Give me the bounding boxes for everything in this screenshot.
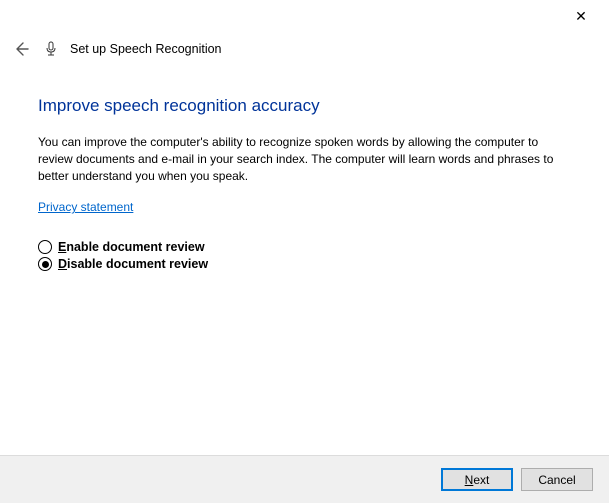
radio-disable-document-review[interactable]: Disable document review <box>38 257 571 271</box>
cancel-button[interactable]: Cancel <box>521 468 593 491</box>
radio-group: Enable document review Disable document … <box>38 240 571 271</box>
titlebar: ✕ <box>0 0 609 32</box>
next-button-label: Next <box>465 473 490 487</box>
wizard-header: Set up Speech Recognition <box>0 32 609 68</box>
microphone-icon <box>42 40 60 58</box>
close-button[interactable]: ✕ <box>565 0 597 32</box>
back-arrow-icon <box>13 41 29 57</box>
next-button[interactable]: Next <box>441 468 513 491</box>
radio-label: Disable document review <box>58 257 208 271</box>
radio-button-icon <box>38 257 52 271</box>
close-icon: ✕ <box>575 8 587 25</box>
privacy-statement-link[interactable]: Privacy statement <box>38 200 133 214</box>
cancel-button-label: Cancel <box>538 473 575 487</box>
footer-bar: Next Cancel <box>0 455 609 503</box>
description-text: You can improve the computer's ability t… <box>38 134 568 184</box>
page-heading: Improve speech recognition accuracy <box>38 96 571 116</box>
radio-button-icon <box>38 240 52 254</box>
radio-enable-document-review[interactable]: Enable document review <box>38 240 571 254</box>
content-area: Improve speech recognition accuracy You … <box>0 68 609 271</box>
back-button[interactable] <box>10 38 32 60</box>
radio-label: Enable document review <box>58 240 205 254</box>
wizard-title: Set up Speech Recognition <box>70 42 222 56</box>
